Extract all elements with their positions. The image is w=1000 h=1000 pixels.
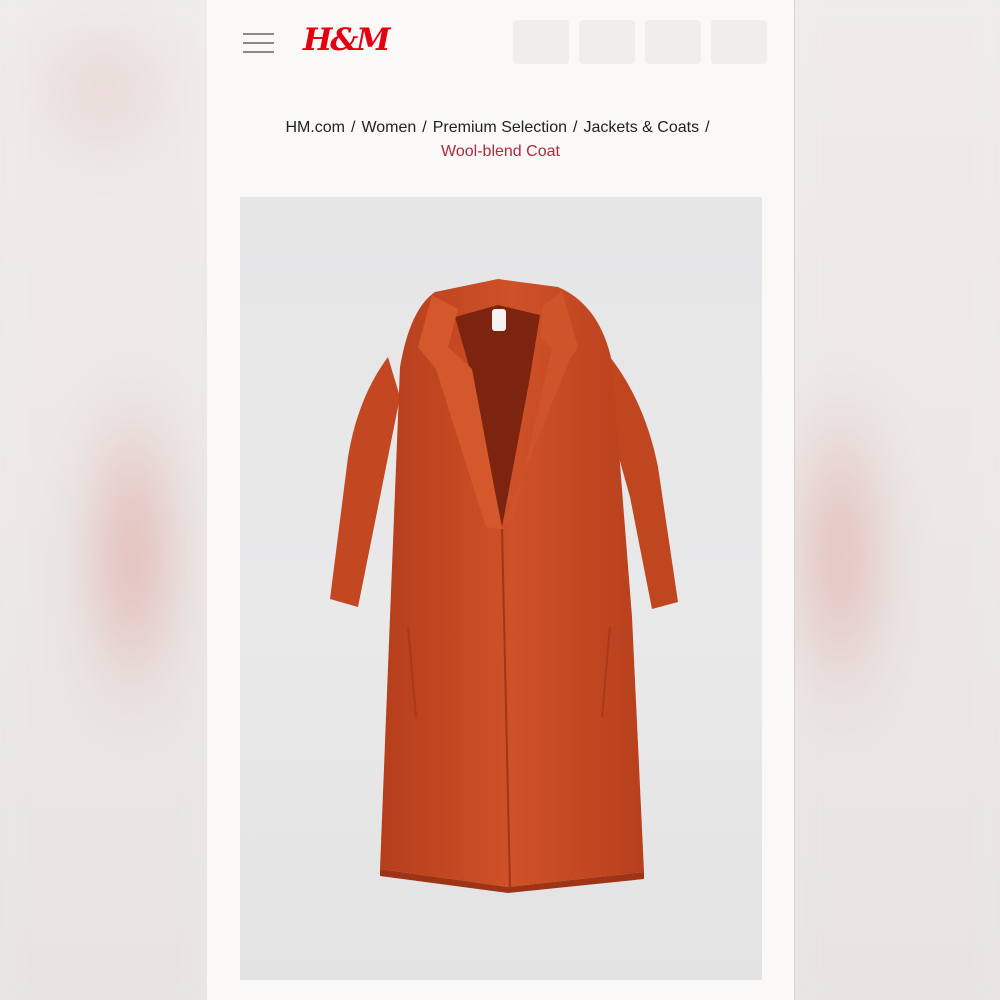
- header-actions: [513, 20, 767, 64]
- blurred-backdrop-right: [795, 0, 1000, 1000]
- breadcrumb-separator: /: [573, 119, 578, 136]
- coat-image: [330, 279, 678, 893]
- header-action-button[interactable]: [645, 20, 701, 64]
- breadcrumb-separator: /: [422, 119, 427, 136]
- breadcrumb: HM.com / Women / Premium Selection / Jackets &…: [207, 116, 794, 164]
- product-image[interactable]: [240, 197, 762, 980]
- breadcrumb-separator: /: [705, 119, 710, 136]
- app-screen: H&M HM.com / Women / Premium Selection / Jacke…: [207, 0, 795, 1000]
- header-action-button[interactable]: [579, 20, 635, 64]
- breadcrumb-link-home[interactable]: HM.com: [285, 119, 345, 136]
- breadcrumb-separator: /: [351, 119, 356, 136]
- breadcrumb-link-premium-selection[interactable]: Premium Selection: [433, 119, 567, 136]
- breadcrumb-link-jackets-coats[interactable]: Jackets & Coats: [583, 119, 699, 136]
- header-action-button[interactable]: [711, 20, 767, 64]
- breadcrumb-link-women[interactable]: Women: [361, 119, 416, 136]
- blurred-backdrop-left: [0, 0, 207, 1000]
- hamburger-menu-icon[interactable]: [243, 32, 274, 54]
- breadcrumb-current: Wool-blend Coat: [441, 143, 560, 160]
- header-action-button[interactable]: [513, 20, 569, 64]
- hm-logo[interactable]: H&M: [303, 22, 391, 58]
